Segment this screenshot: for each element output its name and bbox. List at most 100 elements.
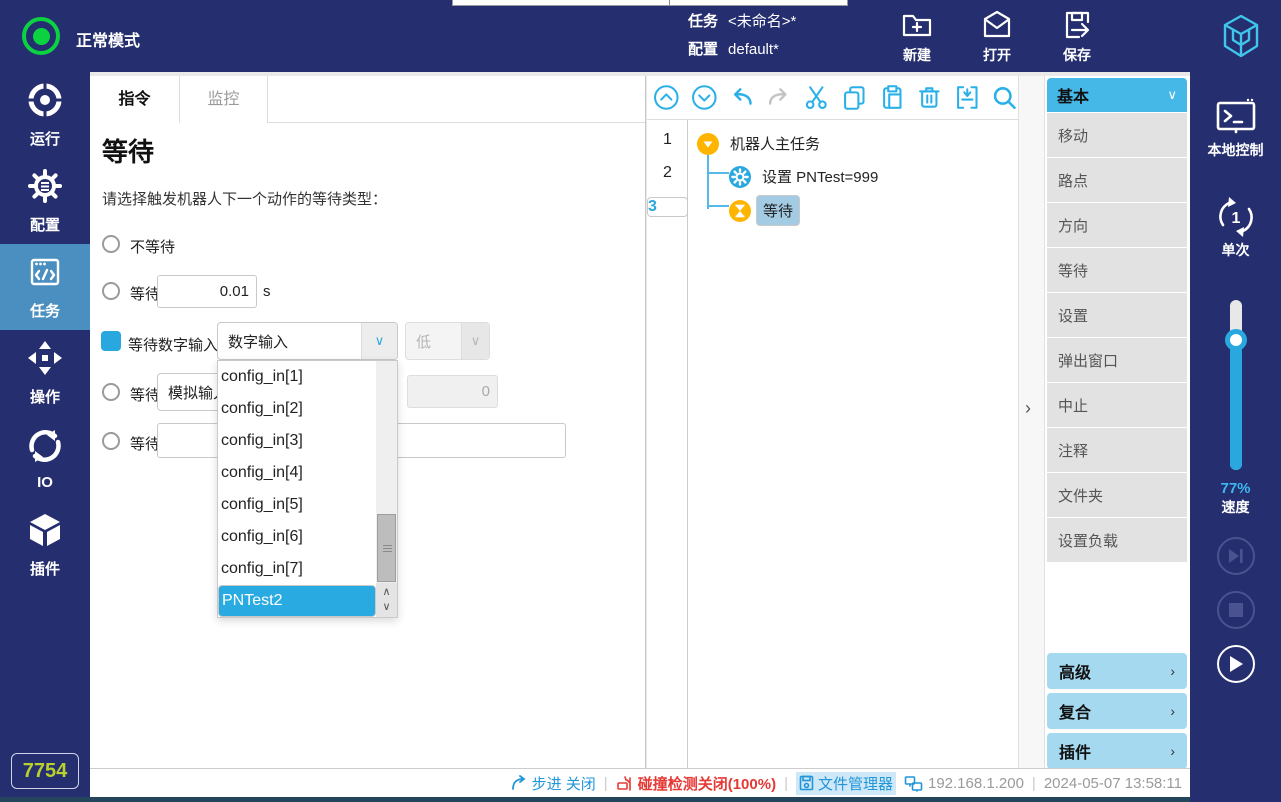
mode-indicator[interactable]: [22, 17, 60, 55]
new-file-icon: [882, 8, 952, 42]
scroll-down-icon[interactable]: ∨: [382, 600, 390, 615]
tab-instruction[interactable]: 指令: [90, 76, 180, 123]
tree-connector: [707, 172, 729, 174]
undo-icon[interactable]: [728, 84, 755, 111]
dropdown-option[interactable]: config_in[5]: [218, 489, 376, 521]
expand-node-icon[interactable]: [697, 133, 719, 155]
single-cycle-icon: 1: [1214, 194, 1258, 240]
dropdown-option[interactable]: config_in[2]: [218, 393, 376, 425]
cmd-wait[interactable]: 等待: [1047, 248, 1187, 292]
cmd-comment[interactable]: 注释: [1047, 428, 1187, 472]
search-icon[interactable]: [991, 84, 1018, 111]
sidebar-item-operate[interactable]: 操作: [0, 330, 90, 416]
sidebar-item-plugin[interactable]: 插件: [0, 502, 90, 588]
dropdown-option[interactable]: config_in[4]: [218, 457, 376, 489]
mode-indicator-dot: [33, 28, 50, 45]
desktop-edge: [0, 797, 1190, 802]
line-number-gutter: [647, 120, 688, 768]
cmd-move[interactable]: 移动: [1047, 113, 1187, 157]
io-cycle-icon: [26, 427, 64, 470]
cmd-folder[interactable]: 文件夹: [1047, 473, 1187, 517]
task-config-block: 任务<未命名>* 配置default*: [688, 8, 796, 64]
paste-icon[interactable]: [879, 84, 906, 111]
new-task-button[interactable]: 新建: [882, 8, 952, 65]
scrollbar-thumb[interactable]: [377, 514, 396, 582]
step-mode-chip[interactable]: 步进 关闭: [511, 773, 596, 794]
digital-input-select[interactable]: 数字输入 ∨: [217, 322, 398, 360]
tree-row-main-task[interactable]: 机器人主任务: [697, 129, 826, 158]
step-forward-icon: [1227, 548, 1245, 564]
cut-icon[interactable]: [803, 84, 830, 111]
dropdown-scroll-buttons[interactable]: ∧∨: [376, 583, 397, 617]
dropdown-scrollbar[interactable]: [376, 361, 397, 617]
group-basic-header[interactable]: 基本 ∨: [1047, 78, 1187, 112]
group-plugin[interactable]: 插件›: [1047, 733, 1187, 769]
sidebar-item-operate-label: 操作: [30, 386, 60, 407]
open-icon: [962, 8, 1032, 42]
dropdown-option-selected[interactable]: PNTest2: [218, 585, 376, 617]
tree-row-wait[interactable]: 等待: [729, 195, 800, 226]
sidebar-item-io[interactable]: IO: [0, 416, 90, 502]
group-composite[interactable]: 复合›: [1047, 693, 1187, 729]
run-control-sidebar: 本地控制 1 单次 77% 速度: [1190, 72, 1281, 802]
speed-slider-track[interactable]: [1230, 300, 1242, 470]
radio-wait-digital[interactable]: [101, 331, 121, 351]
move-arrows-icon: [26, 339, 64, 382]
sidebar-item-run[interactable]: 运行: [0, 72, 90, 158]
group-advanced[interactable]: 高级›: [1047, 653, 1187, 689]
delete-icon[interactable]: [916, 84, 943, 111]
cmd-waypoint[interactable]: 路点: [1047, 158, 1187, 202]
tab-monitor[interactable]: 监控: [180, 76, 268, 123]
redo-icon[interactable]: [766, 84, 793, 111]
task-value: <未命名>*: [728, 13, 796, 30]
code-badge: 7754: [11, 753, 79, 789]
move-down-icon[interactable]: [691, 84, 718, 111]
analog-threshold-input[interactable]: 0: [407, 375, 498, 408]
radio-wait-time[interactable]: [102, 282, 120, 300]
copy-icon[interactable]: [841, 84, 868, 111]
speed-slider-knob[interactable]: [1225, 329, 1247, 351]
chevron-right-icon: ›: [1170, 663, 1175, 679]
terminal-icon: [1215, 98, 1257, 138]
open-task-button[interactable]: 打开: [962, 8, 1032, 65]
task-code-icon: [26, 253, 64, 296]
play-button[interactable]: [1217, 645, 1255, 683]
radio-wait-expression[interactable]: [102, 432, 120, 450]
dropdown-option[interactable]: config_in[3]: [218, 425, 376, 457]
cmd-direction[interactable]: 方向: [1047, 203, 1187, 247]
run-icon: [26, 81, 64, 124]
step-icon: [511, 775, 528, 791]
cmd-set[interactable]: 设置: [1047, 293, 1187, 337]
sidebar-item-config[interactable]: 配置: [0, 158, 90, 244]
tree-row-set[interactable]: 设置 PNTest=999: [729, 162, 884, 191]
expand-panel-chevron[interactable]: ›: [1025, 398, 1031, 419]
sidebar-item-task[interactable]: 任务: [0, 244, 90, 330]
instruction-panel: 指令 监控 等待 请选择触发机器人下一个动作的等待类型： 不等待 等待 0.01…: [90, 76, 646, 768]
tree-toolbar: [647, 76, 1018, 120]
move-up-icon[interactable]: [653, 84, 680, 111]
dropdown-option[interactable]: config_in[1]: [218, 361, 376, 393]
stop-icon: [1229, 603, 1243, 617]
local-control-button[interactable]: [1215, 98, 1257, 143]
dropdown-option[interactable]: config_in[6]: [218, 521, 376, 553]
cmd-popup[interactable]: 弹出窗口: [1047, 338, 1187, 382]
save-task-button[interactable]: 保存: [1042, 8, 1112, 65]
wait-time-input[interactable]: 0.01: [157, 275, 257, 308]
level-select[interactable]: 低 ∨: [405, 322, 490, 360]
stop-button[interactable]: [1217, 591, 1255, 629]
ip-address: 192.168.1.200: [928, 775, 1024, 792]
file-manager-chip[interactable]: 文件管理器: [796, 772, 896, 795]
cmd-abort[interactable]: 中止: [1047, 383, 1187, 427]
collision-chip[interactable]: 碰撞检测关闭(100%): [616, 773, 776, 794]
cmd-set-payload[interactable]: 设置负载: [1047, 518, 1187, 562]
chevron-down-icon: ∨: [361, 323, 397, 359]
step-forward-button[interactable]: [1217, 537, 1255, 575]
step-mode-text: 步进 关闭: [532, 773, 596, 794]
single-cycle-button[interactable]: 1: [1214, 194, 1258, 245]
radio-wait-analog[interactable]: [102, 383, 120, 401]
collapse-icon[interactable]: [954, 84, 981, 111]
scroll-up-icon[interactable]: ∧: [382, 585, 390, 600]
left-sidebar: 运行 配置 任务 操作 IO 插件 7754: [0, 72, 90, 797]
radio-no-wait[interactable]: [102, 235, 120, 253]
dropdown-option[interactable]: config_in[7]: [218, 553, 376, 585]
